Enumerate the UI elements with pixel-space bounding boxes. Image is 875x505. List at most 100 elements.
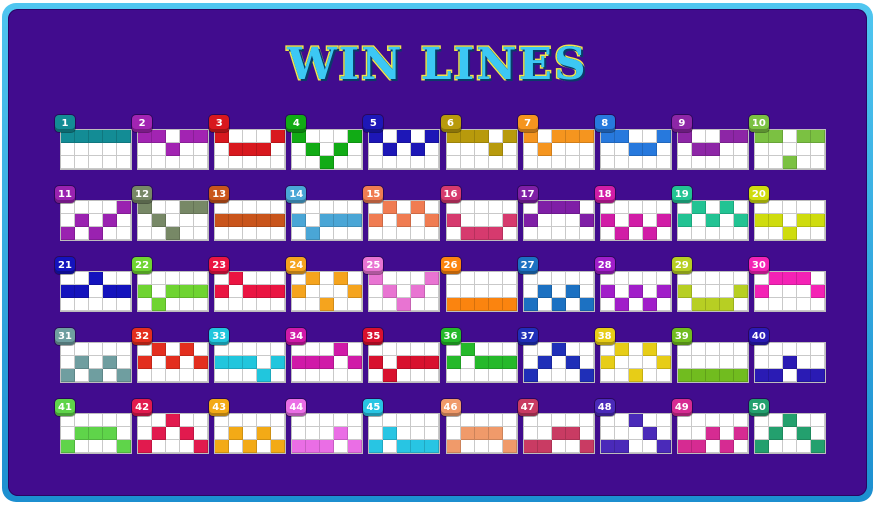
pattern-cell-active (383, 285, 398, 298)
pattern-cell (565, 156, 580, 169)
win-line-card: 36 (440, 328, 518, 383)
line-number-badge: 36 (440, 328, 461, 345)
line-number-badge: 9 (671, 115, 692, 132)
line-pattern-grid (522, 413, 595, 454)
pattern-cell (810, 272, 825, 285)
line-pattern-grid (291, 129, 364, 170)
line-pattern-grid (599, 342, 672, 383)
pattern-cell (537, 427, 552, 440)
pattern-cell (719, 156, 734, 169)
line-number-badge: 38 (594, 328, 615, 345)
line-number-badge: 50 (748, 399, 769, 416)
pattern-cell (243, 201, 258, 214)
pattern-cell (460, 440, 475, 453)
pattern-cell (782, 298, 797, 311)
pattern-cell-active (166, 143, 181, 156)
line-number-badge: 49 (671, 399, 692, 416)
pattern-cell-active (89, 227, 103, 240)
pattern-cell-active (642, 298, 657, 311)
pattern-cell (166, 440, 181, 453)
pattern-cell (75, 343, 89, 356)
pattern-cell-active (579, 440, 594, 453)
pattern-cell (215, 427, 230, 440)
pattern-cell (733, 414, 748, 427)
pattern-cell (117, 214, 131, 227)
pattern-cell-active (103, 356, 117, 369)
pattern-cell (411, 427, 426, 440)
line-number-badge: 29 (671, 257, 692, 274)
line-pattern-grid (137, 200, 210, 241)
pattern-cell-active (551, 343, 566, 356)
line-number-badge: 10 (748, 115, 769, 132)
pattern-cell-active (502, 130, 517, 143)
win-line-card: 48 (594, 399, 672, 454)
pattern-cell (180, 414, 195, 427)
pattern-cell-active (705, 298, 720, 311)
pattern-cell-active (754, 440, 769, 453)
line-number-badge: 7 (517, 115, 538, 132)
pattern-cell-active (257, 369, 272, 382)
pattern-cell-active (306, 143, 321, 156)
pattern-cell (397, 369, 412, 382)
pattern-cell-active (292, 285, 307, 298)
pattern-cell (257, 130, 272, 143)
pattern-cell (306, 369, 321, 382)
pattern-cell (656, 156, 671, 169)
pattern-cell (215, 227, 230, 240)
pattern-cell (579, 356, 594, 369)
pattern-cell-active (628, 285, 643, 298)
pattern-cell (537, 214, 552, 227)
pattern-cell-active (348, 285, 363, 298)
pattern-cell (733, 143, 748, 156)
pattern-cell (334, 156, 349, 169)
pattern-cell (579, 272, 594, 285)
win-line-card: 3 (209, 115, 287, 170)
pattern-cell-active (733, 369, 748, 382)
pattern-cell (180, 227, 195, 240)
pattern-cell-active (796, 130, 811, 143)
line-number-badge: 48 (594, 399, 615, 416)
pattern-cell (537, 272, 552, 285)
pattern-cell-active (810, 440, 825, 453)
pattern-cell (320, 272, 335, 285)
line-pattern-grid (753, 129, 826, 170)
line-number-badge: 27 (517, 257, 538, 274)
win-line-card: 50 (748, 399, 826, 454)
pattern-cell (565, 369, 580, 382)
line-number-badge: 19 (671, 186, 692, 203)
pattern-cell (579, 227, 594, 240)
pattern-cell (502, 201, 517, 214)
pattern-cell-active (537, 285, 552, 298)
pattern-cell (334, 298, 349, 311)
pattern-cell (383, 272, 398, 285)
win-line-card: 14 (286, 186, 364, 241)
pattern-cell (271, 369, 286, 382)
pattern-cell (796, 298, 811, 311)
pattern-cell-active (194, 440, 209, 453)
pattern-cell (488, 130, 503, 143)
pattern-cell (782, 440, 797, 453)
pattern-cell (411, 369, 426, 382)
pattern-cell (523, 427, 538, 440)
pattern-cell (320, 414, 335, 427)
win-line-card: 39 (671, 328, 749, 383)
pattern-cell (474, 201, 489, 214)
pattern-cell (719, 227, 734, 240)
pattern-cell-active (194, 285, 209, 298)
pattern-cell (411, 156, 426, 169)
pattern-cell (152, 285, 167, 298)
pattern-cell (446, 285, 461, 298)
pattern-cell (782, 130, 797, 143)
pattern-cell-active (229, 356, 244, 369)
pattern-cell (411, 214, 426, 227)
pattern-cell (551, 285, 566, 298)
pattern-cell-active (257, 285, 272, 298)
pattern-cell (565, 343, 580, 356)
pattern-cell (782, 214, 797, 227)
pattern-cell-active (768, 272, 783, 285)
pattern-cell (383, 298, 398, 311)
pattern-cell-active (565, 427, 580, 440)
pattern-cell-active (138, 440, 153, 453)
pattern-cell-active (523, 214, 538, 227)
pattern-cell (642, 272, 657, 285)
